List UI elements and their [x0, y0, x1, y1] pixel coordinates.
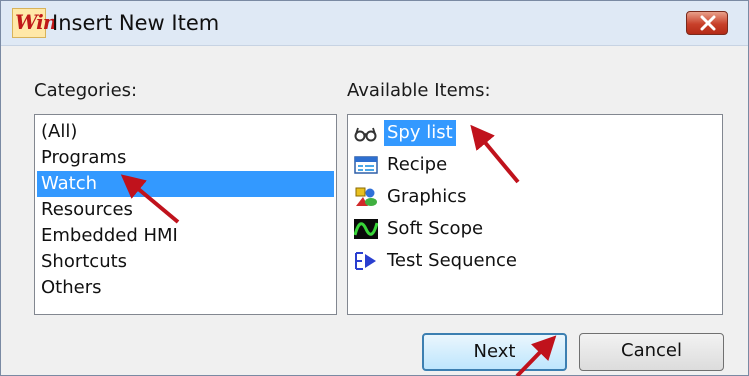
category-item-resources[interactable]: Resources — [37, 197, 334, 223]
available-item-recipe[interactable]: Recipe — [354, 149, 714, 181]
app-logo-icon: Win — [12, 8, 57, 38]
app-logo-text: Win — [15, 10, 57, 34]
available-item-spy-list[interactable]: Spy list — [354, 117, 714, 149]
categories-label: Categories: — [34, 80, 138, 101]
category-item-programs[interactable]: Programs — [37, 145, 334, 171]
cancel-button[interactable]: Cancel — [579, 333, 724, 371]
available-item-graphics[interactable]: Graphics — [354, 181, 714, 213]
category-item-others[interactable]: Others — [37, 275, 334, 301]
available-item-label: Graphics — [387, 186, 467, 207]
glasses-icon — [354, 127, 377, 142]
window-title: Insert New Item — [52, 11, 220, 35]
available-item-test-sequence[interactable]: Test Sequence — [354, 245, 714, 277]
available-items-listbox[interactable]: Spy list Recipe Graphics Soft Scope Test… — [347, 114, 723, 315]
available-item-label: Test Sequence — [387, 250, 517, 271]
scope-wave-icon — [354, 219, 378, 239]
test-sequence-icon — [355, 252, 376, 270]
category-item-watch[interactable]: Watch — [37, 171, 334, 197]
category-item-all[interactable]: (All) — [37, 119, 334, 145]
category-item-shortcuts[interactable]: Shortcuts — [37, 249, 334, 275]
available-item-label: Soft Scope — [387, 218, 484, 239]
insert-new-item-dialog: Win Insert New Item Categories: Availabl… — [0, 0, 749, 376]
graphics-icon — [355, 187, 377, 206]
category-item-embedded-hmi[interactable]: Embedded HMI — [37, 223, 334, 249]
available-item-label: Recipe — [387, 154, 448, 175]
available-items-label: Available Items: — [347, 80, 491, 101]
recipe-table-icon — [354, 156, 378, 174]
categories-listbox[interactable]: (All) Programs Watch Resources Embedded … — [34, 114, 337, 315]
next-button[interactable]: Next — [422, 333, 567, 371]
title-bar[interactable]: Win Insert New Item — [1, 1, 748, 46]
close-button[interactable] — [686, 11, 728, 35]
close-icon — [700, 15, 716, 31]
available-item-label: Spy list — [384, 120, 456, 146]
available-item-soft-scope[interactable]: Soft Scope — [354, 213, 714, 245]
